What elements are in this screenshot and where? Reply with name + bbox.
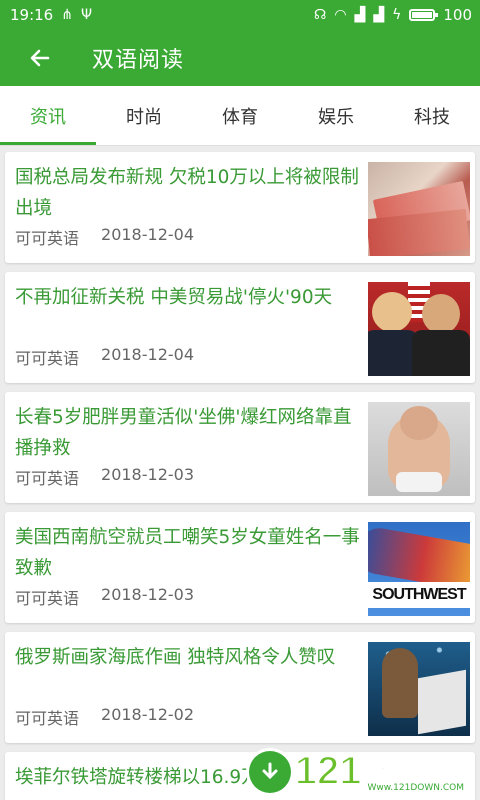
status-bar: 19:16 ⋔ Ψ ☊ ◠ ▟ ▟ ϟ 100 — [0, 0, 480, 30]
article-date: 2018-12-02 — [101, 705, 194, 724]
article-card[interactable]: 不再加征新关税 中美贸易战'停火'90天 可可英语 2018-12-04 — [5, 272, 475, 383]
tab-technology[interactable]: 科技 — [384, 86, 480, 145]
article-title: 美国西南航空就员工嘲笑5岁女童姓名一事致歉 — [15, 527, 360, 579]
app-bar: 双语阅读 — [0, 30, 480, 86]
article-card[interactable]: 美国西南航空就员工嘲笑5岁女童姓名一事致歉 可可英语 2018-12-03 SO… — [5, 512, 475, 623]
article-list: 国税总局发布新规 欠税10万以上将被限制出境 可可英语 2018-12-04 不… — [0, 146, 480, 800]
article-card[interactable]: 长春5岁肥胖男童活似'坐佛'爆红网络靠直播挣救 可可英语 2018-12-03 — [5, 392, 475, 503]
article-card[interactable]: 国税总局发布新规 欠税10万以上将被限制出境 可可英语 2018-12-04 — [5, 152, 475, 263]
download-logo-icon — [248, 750, 291, 793]
article-date: 2018-12-04 — [101, 345, 194, 364]
headphones-icon: ☊ — [313, 7, 327, 23]
battery-icon — [409, 9, 439, 21]
article-source: 可可英语 — [15, 709, 80, 728]
article-title: 国税总局发布新规 欠税10万以上将被限制出境 — [15, 167, 359, 219]
thumbnail-caption: SOUTHWEST — [368, 582, 470, 608]
article-date: 2018-12-03 — [101, 465, 194, 484]
article-card[interactable]: 俄罗斯画家海底作画 独特风格令人赞叹 可可英语 2018-12-02 — [5, 632, 475, 743]
tab-fashion[interactable]: 时尚 — [96, 86, 192, 145]
article-title: 俄罗斯画家海底作画 独特风格令人赞叹 — [15, 647, 336, 668]
watermark-text: 下载站 — [365, 756, 432, 782]
page-title: 双语阅读 — [92, 48, 185, 73]
wifi-icon: ◠ — [334, 7, 347, 23]
article-thumbnail — [368, 642, 470, 736]
signal-icon-2: ▟ — [373, 7, 385, 23]
article-thumbnail — [368, 162, 470, 256]
tab-entertainment[interactable]: 娱乐 — [288, 86, 384, 145]
article-thumbnail: SOUTHWEST — [368, 522, 470, 616]
site-watermark: 121 下载站 Www.121DOWN.COM — [248, 748, 466, 794]
charging-icon: ϟ — [392, 7, 402, 23]
watermark-number: 121 — [294, 748, 363, 794]
battery-level: 100 — [443, 6, 472, 24]
arrow-left-icon — [30, 49, 50, 67]
back-button[interactable] — [22, 40, 58, 76]
article-source: 可可英语 — [15, 589, 80, 608]
article-date: 2018-12-04 — [101, 225, 194, 244]
usb-icon: Ψ — [80, 7, 92, 23]
article-date: 2018-12-03 — [101, 585, 194, 604]
signal-icon: ▟ — [354, 7, 366, 23]
article-thumbnail — [368, 402, 470, 496]
watermark-url: Www.121DOWN.COM — [365, 782, 466, 793]
category-tabs: 资讯 时尚 体育 娱乐 科技 — [0, 86, 480, 146]
status-time: 19:16 — [10, 6, 54, 24]
article-title: 不再加征新关税 中美贸易战'停火'90天 — [15, 287, 333, 308]
article-source: 可可英语 — [15, 349, 80, 368]
article-title: 长春5岁肥胖男童活似'坐佛'爆红网络靠直播挣救 — [15, 407, 352, 459]
share-icon: ⋔ — [61, 7, 73, 23]
tab-news[interactable]: 资讯 — [0, 86, 96, 145]
article-source: 可可英语 — [15, 469, 80, 488]
article-source: 可可英语 — [15, 229, 80, 248]
tab-sports[interactable]: 体育 — [192, 86, 288, 145]
article-thumbnail — [368, 282, 470, 376]
